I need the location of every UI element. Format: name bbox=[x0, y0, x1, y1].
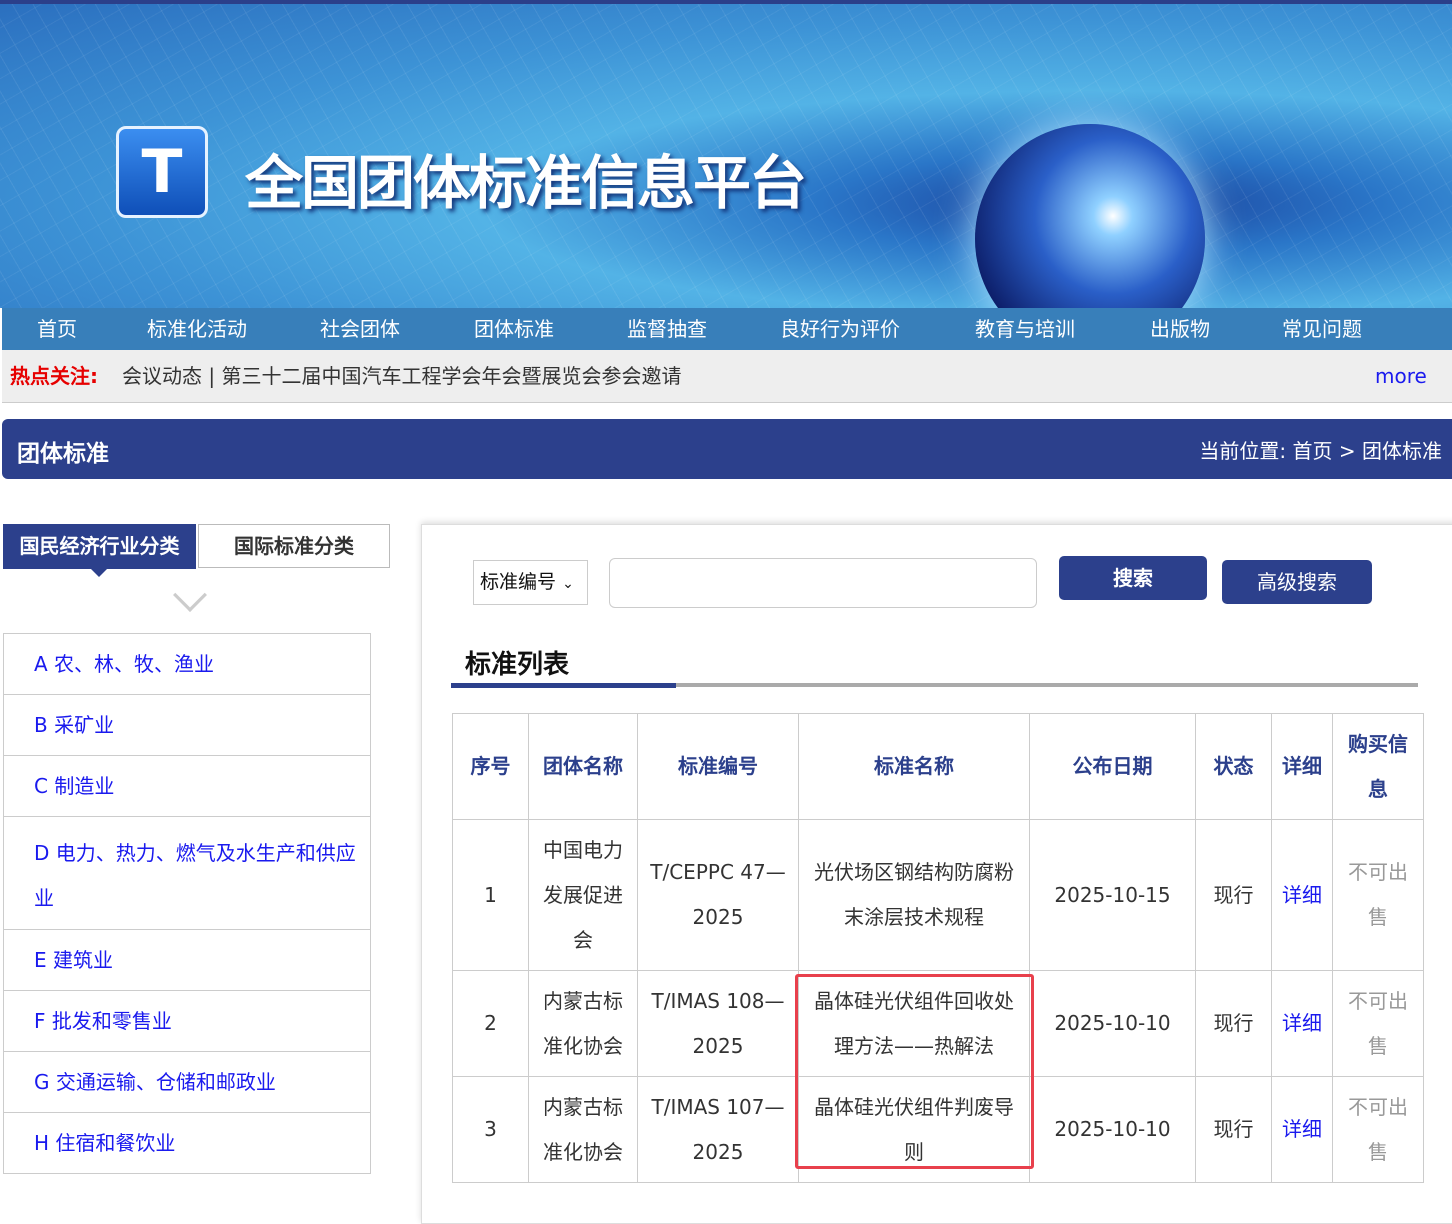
site-title: 全国团体标准信息平台 bbox=[245, 149, 807, 217]
col-code: 标准编号 bbox=[637, 713, 799, 820]
col-index: 序号 bbox=[452, 713, 529, 820]
search-input[interactable] bbox=[609, 558, 1037, 608]
category-item[interactable]: E 建筑业 bbox=[4, 930, 370, 991]
select-value: 标准编号 bbox=[480, 571, 557, 593]
col-detail: 详细 bbox=[1271, 713, 1333, 820]
banner: T 全国团体标准信息平台 bbox=[0, 0, 1452, 308]
detail-link[interactable]: 详细 bbox=[1271, 970, 1333, 1077]
cell-name: 光伏场区钢结构防腐粉末涂层技术规程 bbox=[798, 819, 1030, 971]
nav-home[interactable]: 首页 bbox=[37, 308, 77, 350]
list-title: 标准列表 bbox=[465, 650, 570, 680]
cell-code: T/CEPPC 47—2025 bbox=[637, 819, 799, 971]
category-item[interactable]: C 制造业 bbox=[4, 756, 370, 817]
col-status: 状态 bbox=[1195, 713, 1272, 820]
detail-link[interactable]: 详细 bbox=[1271, 819, 1333, 971]
cell-code: T/IMAS 107—2025 bbox=[637, 1076, 799, 1183]
nav-activities[interactable]: 标准化活动 bbox=[147, 308, 247, 350]
advanced-search-button[interactable]: 高级搜索 bbox=[1222, 560, 1372, 604]
tab-international[interactable]: 国际标准分类 bbox=[198, 524, 390, 568]
cell-date: 2025-10-10 bbox=[1029, 1076, 1196, 1183]
main-nav: 首页 标准化活动 社会团体 团体标准 监督抽查 良好行为评价 教育与培训 出版物… bbox=[2, 308, 1452, 350]
cell-purchase: 不可出售 bbox=[1332, 970, 1424, 1077]
category-item[interactable]: A 农、林、牧、渔业 bbox=[4, 634, 370, 695]
chevron-down-icon bbox=[173, 578, 207, 612]
title-underline bbox=[676, 683, 1418, 687]
col-purchase: 购买信息 bbox=[1332, 713, 1424, 820]
nav-evaluation[interactable]: 良好行为评价 bbox=[780, 308, 900, 350]
breadcrumb: 当前位置: 首页 > 团体标准 bbox=[1199, 439, 1442, 463]
cell-group: 中国电力发展促进会 bbox=[528, 819, 638, 971]
nav-education[interactable]: 教育与培训 bbox=[975, 308, 1075, 350]
cell-index: 2 bbox=[452, 970, 529, 1077]
hot-label: 热点关注: bbox=[10, 364, 98, 388]
cell-group: 内蒙古标准化协会 bbox=[528, 970, 638, 1077]
category-item[interactable]: H 住宿和餐饮业 bbox=[4, 1113, 370, 1174]
section-header: 团体标准 当前位置: 首页 > 团体标准 bbox=[2, 419, 1452, 479]
cell-purchase: 不可出售 bbox=[1332, 819, 1424, 971]
detail-link[interactable]: 详细 bbox=[1271, 1076, 1333, 1183]
hot-news-bar: 热点关注: 会议动态 | 第三十二届中国汽车工程学会年会暨展览会参会邀请 mor… bbox=[2, 350, 1452, 403]
category-list: A 农、林、牧、渔业 B 采矿业 C 制造业 D 电力、热力、燃气及水生产和供应… bbox=[3, 633, 371, 1174]
nav-groups[interactable]: 社会团体 bbox=[320, 308, 400, 350]
table-row: 1 中国电力发展促进会 T/CEPPC 47—2025 光伏场区钢结构防腐粉末涂… bbox=[452, 819, 1424, 971]
table-header: 序号 团体名称 标准编号 标准名称 公布日期 状态 详细 购买信息 bbox=[452, 713, 1424, 820]
nav-publications[interactable]: 出版物 bbox=[1150, 308, 1210, 350]
cell-index: 1 bbox=[452, 819, 529, 971]
category-item[interactable]: D 电力、热力、燃气及水生产和供应业 bbox=[4, 817, 370, 930]
cell-date: 2025-10-15 bbox=[1029, 819, 1196, 971]
nav-faq[interactable]: 常见问题 bbox=[1282, 308, 1362, 350]
cell-status: 现行 bbox=[1195, 819, 1272, 971]
cell-index: 3 bbox=[452, 1076, 529, 1183]
tab-industry[interactable]: 国民经济行业分类 bbox=[3, 524, 196, 577]
col-name: 标准名称 bbox=[798, 713, 1030, 820]
section-title: 团体标准 bbox=[17, 441, 109, 467]
highlight-box bbox=[795, 974, 1034, 1169]
category-item[interactable]: B 采矿业 bbox=[4, 695, 370, 756]
cell-purchase: 不可出售 bbox=[1332, 1076, 1424, 1183]
col-date: 公布日期 bbox=[1029, 713, 1196, 820]
nav-inspection[interactable]: 监督抽查 bbox=[627, 308, 707, 350]
cell-status: 现行 bbox=[1195, 1076, 1272, 1183]
site-logo: T bbox=[116, 126, 208, 218]
cell-status: 现行 bbox=[1195, 970, 1272, 1077]
cell-date: 2025-10-10 bbox=[1029, 970, 1196, 1077]
title-underline-active bbox=[451, 683, 676, 688]
cell-code: T/IMAS 108—2025 bbox=[637, 970, 799, 1077]
more-link[interactable]: more bbox=[1375, 350, 1427, 403]
col-group: 团体名称 bbox=[528, 713, 638, 820]
chevron-down-icon: ⌄ bbox=[562, 576, 574, 592]
cell-group: 内蒙古标准化协会 bbox=[528, 1076, 638, 1183]
search-field-select[interactable]: 标准编号 ⌄ bbox=[473, 560, 588, 605]
search-button[interactable]: 搜索 bbox=[1059, 556, 1207, 600]
category-item[interactable]: F 批发和零售业 bbox=[4, 991, 370, 1052]
category-item[interactable]: G 交通运输、仓储和邮政业 bbox=[4, 1052, 370, 1113]
nav-standards[interactable]: 团体标准 bbox=[474, 308, 554, 350]
hot-news-link[interactable]: 会议动态 | 第三十二届中国汽车工程学会年会暨展览会参会邀请 bbox=[122, 350, 681, 403]
